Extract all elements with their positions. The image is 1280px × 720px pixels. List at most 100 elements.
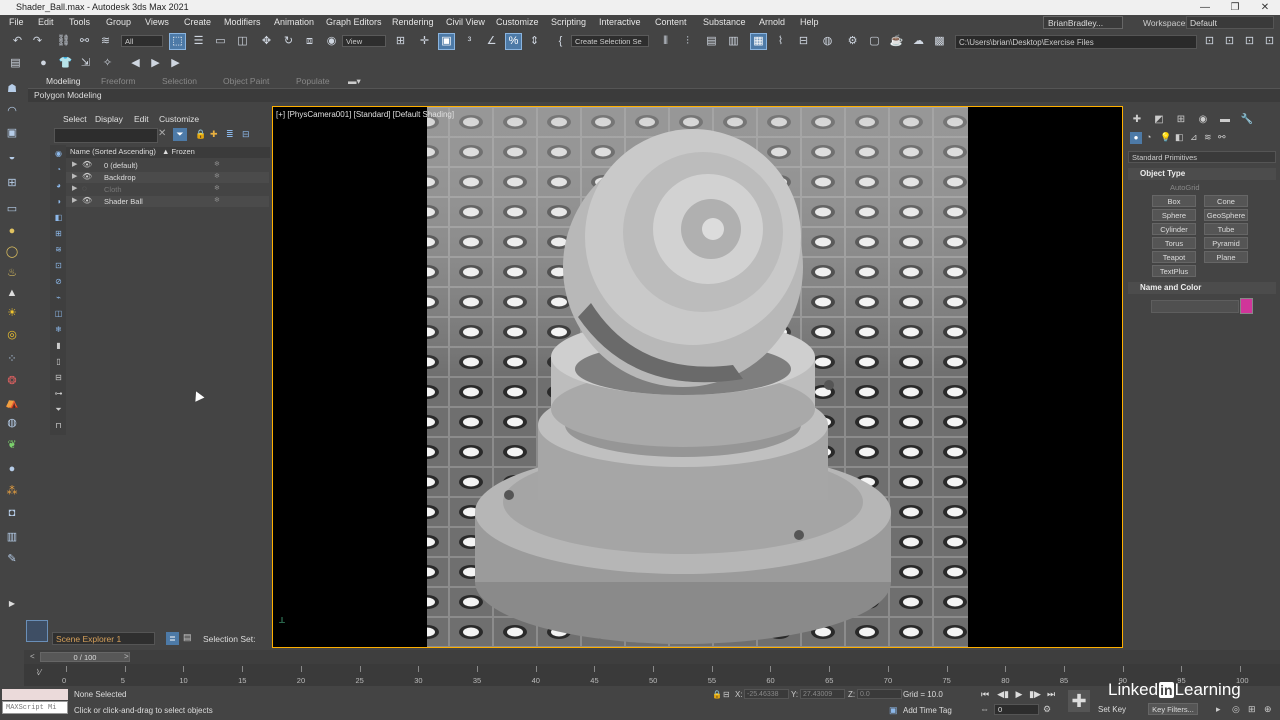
layer-options-icon[interactable]: ⊟ [242,129,250,140]
tab-populate[interactable]: Populate [296,76,330,86]
create-geometry-icon[interactable]: ☗ [4,82,20,96]
helpers-category-icon[interactable]: ⊿ [1190,132,1198,143]
next-frame-icon[interactable]: > [124,652,129,661]
box-icon[interactable]: ▭ [4,202,20,216]
menu-rendering[interactable]: Rendering [392,17,434,27]
motion-tab-icon[interactable]: ◉ [1196,114,1210,126]
ribbon-options-icon[interactable]: ▬▾ [348,76,361,87]
geometry-category-icon[interactable]: ● [1130,132,1142,144]
toggle-layer-explorer-icon[interactable]: ▥ [726,34,741,49]
tube-button[interactable]: Tube [1204,223,1248,235]
bind-space-warp-icon[interactable]: ≋ [98,34,113,49]
named-selection-set-dropdown[interactable]: Create Selection Se [571,35,649,47]
x-coordinate-field[interactable]: -25.46338 [744,689,789,699]
selection-region-icon[interactable]: ▭ [213,34,228,49]
shapes-category-icon[interactable]: ◔ [1146,132,1151,142]
layer-add-icon[interactable]: ⇲ [78,56,93,71]
display-tab-icon[interactable]: ▬ [1218,114,1232,126]
sphere-icon[interactable]: ● [4,224,20,238]
folder-options-icon[interactable]: ⊡ [1262,34,1277,49]
explorer-column-header[interactable]: Name (Sorted Ascending) ▲ Frozen [66,147,270,158]
render-in-cloud-icon[interactable]: ☁ [911,34,926,49]
maxscript-mini-listener[interactable]: MAXScript Mi [2,701,68,714]
align-icon[interactable]: ⫶ [680,34,695,49]
minimize-button[interactable]: — [1190,0,1220,15]
box-button[interactable]: Box [1152,195,1196,207]
project-folder-icon[interactable]: ⊡ [1202,34,1217,49]
display-all-toggle-icon[interactable]: ▯ [53,356,64,367]
prev-key-icon[interactable]: ◀ [128,56,143,71]
object-color-swatch[interactable] [1240,298,1253,314]
modify-tab-icon[interactable]: ◩ [1152,114,1166,126]
tab-freeform[interactable]: Freeform [101,76,135,86]
display-spacewarps-icon[interactable]: ≋ [53,244,64,255]
menu-group[interactable]: Group [106,17,131,27]
object-type-rollout[interactable]: Object Type [1128,168,1276,180]
menu-file[interactable]: File [9,17,24,27]
cylinder-icon[interactable]: ◯ [4,245,20,259]
select-by-name-icon[interactable]: ☰ [191,34,206,49]
cameras-category-icon[interactable]: ◧ [1175,132,1184,143]
menu-civil-view[interactable]: Civil View [446,17,485,27]
maxscript-listener-output[interactable] [2,689,68,700]
add-to-layer-icon[interactable]: ≣ [226,129,234,140]
display-bones-icon[interactable]: ⌁ [53,292,64,303]
current-frame-field[interactable]: 0 [994,704,1039,715]
add-time-tag[interactable]: Add Time Tag [903,706,952,715]
sort-by-layer-icon[interactable]: ≣ [166,632,179,645]
menu-graph-editors[interactable]: Graph Editors [326,17,382,27]
pyramid-button[interactable]: Pyramid [1204,237,1248,249]
menu-create[interactable]: Create [184,17,211,27]
display-xrefs-icon[interactable]: ⊘ [53,276,64,287]
expand-arrow-icon[interactable]: ▶ [72,196,77,204]
rendered-frame-window-icon[interactable]: ▢ [867,34,882,49]
primitive-category-dropdown[interactable]: Standard Primitives [1128,151,1276,163]
visibility-eye-icon[interactable]: 👁 [82,160,92,169]
cone-button[interactable]: Cone [1204,195,1248,207]
display-helpers-icon[interactable]: ⊞ [53,228,64,239]
key-filters-button[interactable]: Key Filters... [1148,703,1198,715]
new-layer-icon[interactable]: ✚ [210,129,218,140]
rotate-icon[interactable]: ↻ [281,34,296,49]
freeze-icon[interactable]: ❄ [214,184,220,192]
y-coordinate-field[interactable]: 27.43009 [800,689,845,699]
prev-frame-icon[interactable]: < [30,652,35,661]
redo-icon[interactable]: ↷ [30,34,45,49]
geosphere-button[interactable]: GeoSphere [1204,209,1248,221]
list-item[interactable]: ▶ 👁 0 (default) ❄ [66,160,269,171]
walk-through-icon[interactable]: ▸ [1216,704,1221,715]
options-icon[interactable]: ⊓ [53,420,64,431]
helpers-icon[interactable]: ⊞ [4,176,20,190]
column-frozen-header[interactable]: ▲ Frozen [162,147,195,156]
display-shapes-icon[interactable]: ◕ [53,180,64,191]
orbit-icon[interactable]: ◎ [1232,704,1240,715]
clear-search-icon[interactable]: ✕ [158,128,166,139]
freeze-icon[interactable]: ❄ [214,196,220,204]
open-folder-icon[interactable]: ⊡ [1222,34,1237,49]
material-sphere-icon[interactable]: ● [4,462,20,476]
pivot-center-icon[interactable]: ⊞ [393,34,408,49]
object-name-field[interactable] [1151,300,1239,313]
layer-manager-icon[interactable]: ▤ [8,56,23,71]
zoom-icon[interactable]: ⊕ [1264,704,1272,715]
spinner-snap-icon[interactable]: ⇕ [527,34,542,49]
column-name-header[interactable]: Name (Sorted Ascending) [70,147,156,156]
toggle-scene-explorer-icon[interactable]: ▤ [704,34,719,49]
wand-icon[interactable]: ✧ [100,56,115,71]
systems-category-icon[interactable]: ⚯ [1218,132,1226,143]
freeze-icon[interactable]: ❄ [214,172,220,180]
isolate-selection-icon[interactable]: 🔒 [712,690,722,699]
funnel-icon[interactable]: ⏷ [53,404,64,415]
filter-icon[interactable]: ⏷ [173,128,187,141]
render-production-icon[interactable]: ☕ [889,34,904,49]
scene-explorer-dropdown[interactable]: Scene Explorer 1 [52,632,155,645]
tab-modeling[interactable]: Modeling [46,76,81,86]
explorer-search-input[interactable] [54,128,158,143]
plane-button[interactable]: Plane [1204,251,1248,263]
list-item[interactable]: ▶ 👁 Shader Ball ❄ [66,196,269,207]
hierarchy-tab-icon[interactable]: ⊞ [1174,114,1188,126]
textplus-button[interactable]: TextPlus [1152,265,1196,277]
dynamics-icon[interactable]: ❂ [4,374,20,388]
go-to-start-icon[interactable]: ⏮ [978,688,992,700]
cone-icon[interactable]: ▲ [4,286,20,300]
